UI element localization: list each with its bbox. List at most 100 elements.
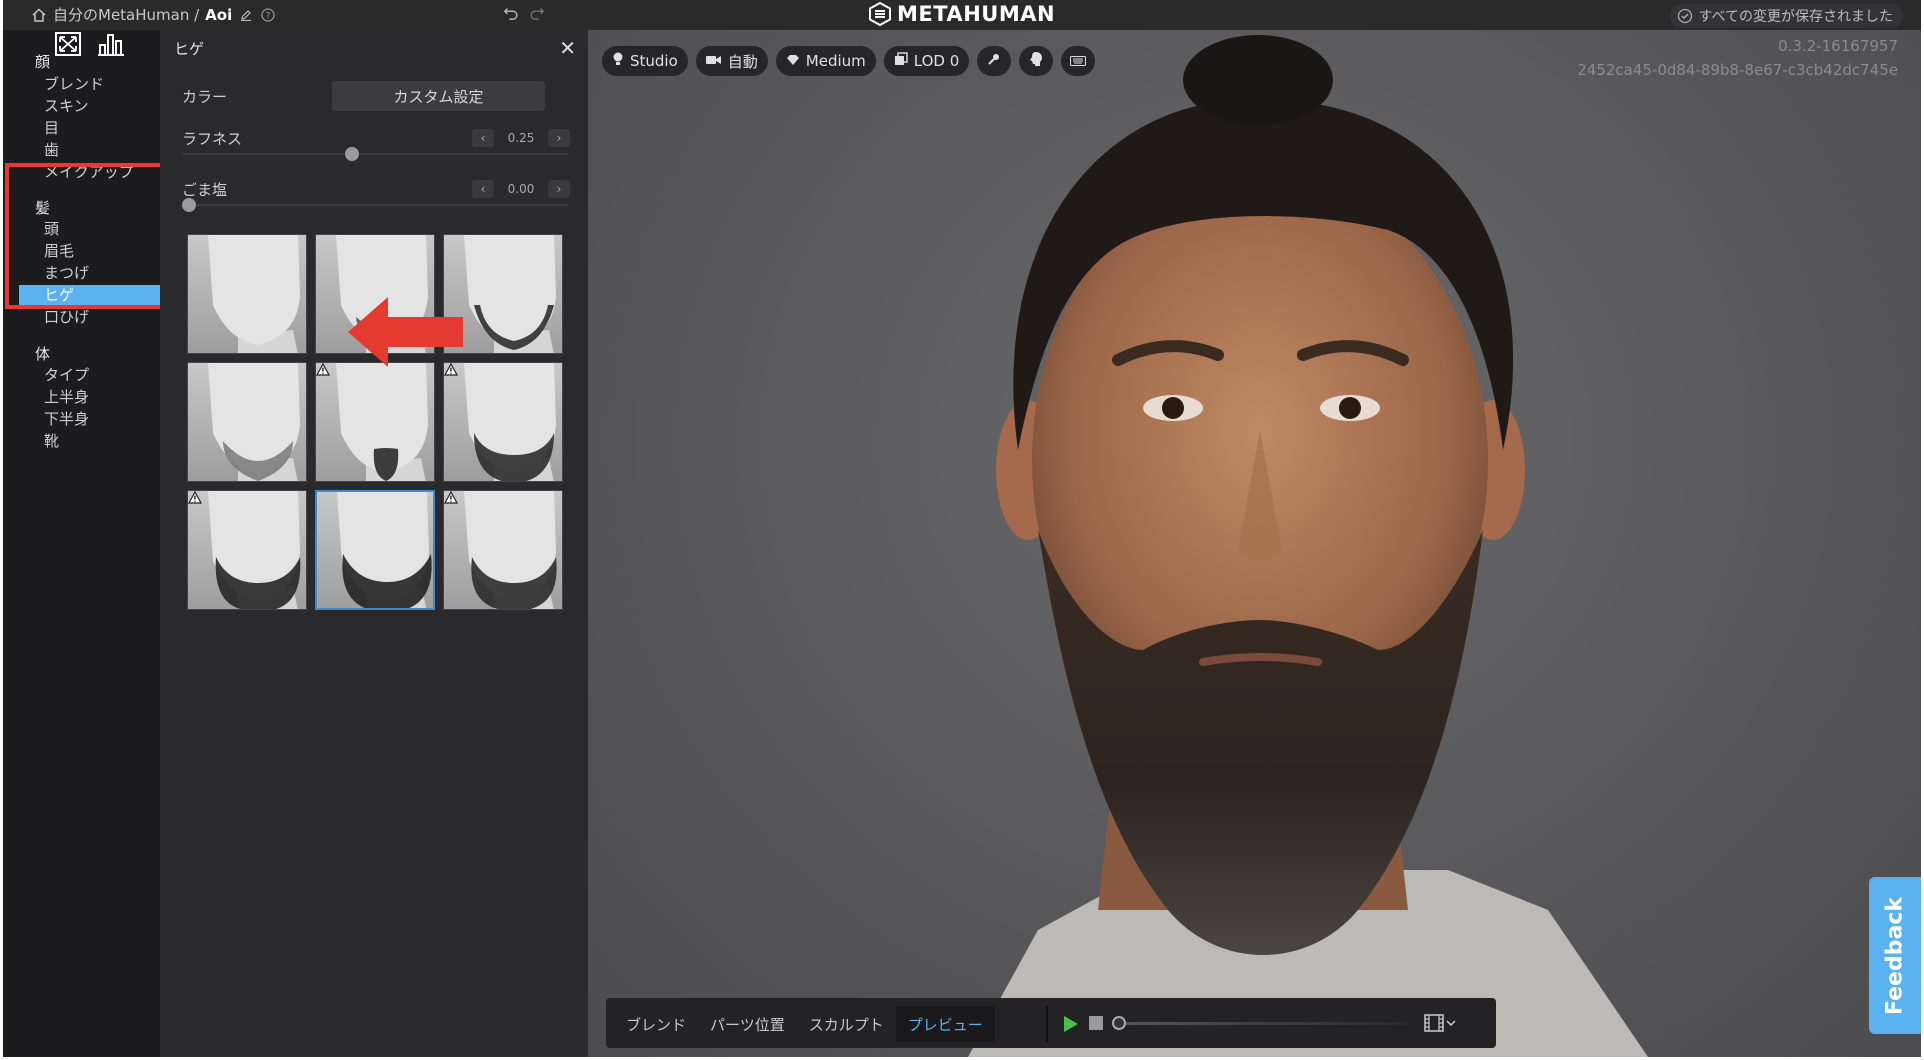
nav-item-eyes[interactable]: 目 <box>19 118 160 139</box>
close-icon[interactable]: ✕ <box>559 36 576 60</box>
lod-dropdown[interactable]: LOD 0 <box>883 46 970 76</box>
logo-text: METAHUMAN <box>897 2 1056 26</box>
nav-group-face[interactable]: 顔 <box>35 51 50 72</box>
home-icon[interactable] <box>31 7 47 23</box>
panel-title: ヒゲ <box>174 40 205 58</box>
beard-preset-none[interactable] <box>187 234 307 354</box>
bar-chart-icon[interactable] <box>97 32 125 60</box>
metahuman-creator-app: 自分のMetaHuman / Aoi ? METAHUMAN すべての変更が保存… <box>3 0 1921 1057</box>
lod-label: LOD 0 <box>913 52 960 70</box>
version-info: 0.3.2-16167957 2452ca45-0d84-89b8-8e67-c… <box>1577 34 1898 82</box>
chevron-left-icon[interactable]: ‹ <box>472 129 494 147</box>
nav-item-shoes[interactable]: 靴 <box>19 431 160 452</box>
face-thumbnail <box>464 491 557 609</box>
breadcrumb-root[interactable]: 自分のMetaHuman / <box>53 4 199 25</box>
help-icon[interactable]: ? <box>260 7 276 23</box>
film-icon <box>1424 1014 1444 1032</box>
diamond-icon <box>786 52 800 70</box>
camera-label: 自動 <box>727 52 758 71</box>
mode-bar: ブレンド パーツ位置 スカルプト プレビュー <box>606 998 1496 1048</box>
chevron-down-icon <box>1446 1020 1456 1027</box>
top-bar: 自分のMetaHuman / Aoi ? METAHUMAN すべての変更が保存… <box>3 0 1921 30</box>
warning-icon <box>316 363 330 376</box>
camera-dropdown[interactable]: 自動 <box>695 46 768 76</box>
chevron-left-icon[interactable]: ‹ <box>472 180 494 198</box>
salt-pepper-value[interactable]: 0.00 <box>508 182 535 196</box>
divider <box>1046 1006 1048 1042</box>
fullscreen-icon[interactable] <box>55 32 81 60</box>
feedback-button[interactable]: Feedback <box>1869 877 1921 1034</box>
version-number: 0.3.2-16167957 <box>1778 37 1898 55</box>
roughness-label: ラフネス <box>182 130 243 148</box>
slider-thumb[interactable] <box>182 198 196 212</box>
tab-sculpt[interactable]: スカルプト <box>797 1006 896 1042</box>
animation-timeline[interactable] <box>1112 1016 1408 1030</box>
color-label: カラー <box>182 88 228 106</box>
quality-dropdown[interactable]: Medium <box>775 46 876 76</box>
beard-preset-full-medium[interactable] <box>187 490 307 610</box>
animation-selector[interactable] <box>1424 1014 1456 1032</box>
edit-icon[interactable] <box>238 7 254 23</box>
play-icon[interactable] <box>1063 1015 1079 1033</box>
nav-item-skin[interactable]: スキン <box>19 96 160 117</box>
head-icon <box>1029 51 1043 71</box>
custom-color-button[interactable]: カスタム設定 <box>332 81 545 111</box>
timeline-scrubber[interactable] <box>1112 1016 1126 1030</box>
tab-move[interactable]: パーツ位置 <box>698 1006 797 1042</box>
stop-icon[interactable] <box>1089 1016 1103 1030</box>
salt-pepper-label: ごま塩 <box>182 181 228 199</box>
breadcrumb-current: Aoi <box>205 5 233 24</box>
nav-item-mustache[interactable]: 口ひげ <box>19 307 160 328</box>
beard-preset-full-long[interactable] <box>315 490 435 610</box>
tab-blend[interactable]: ブレンド <box>614 1006 698 1042</box>
slider-track <box>182 153 568 155</box>
undo-icon[interactable] <box>503 5 519 21</box>
face-thumbnail <box>208 363 300 481</box>
nav-item-teeth[interactable]: 歯 <box>19 140 160 161</box>
slider-thumb[interactable] <box>345 147 359 161</box>
beard-preset-grid <box>187 234 565 610</box>
face-thumbnail <box>208 491 301 609</box>
chevron-right-icon[interactable]: › <box>548 180 570 198</box>
layers-icon <box>894 52 908 70</box>
nav-item-blend[interactable]: ブレンド <box>19 74 160 95</box>
salt-pepper-stepper: ‹ 0.00 › <box>472 179 570 199</box>
tab-preview[interactable]: プレビュー <box>895 1006 995 1042</box>
lighting-label: Studio <box>630 52 678 70</box>
warning-icon <box>188 491 202 504</box>
nav-item-upper-body[interactable]: 上半身 <box>19 387 160 408</box>
slider-track <box>182 204 568 206</box>
character-viewport[interactable]: Studio 自動 Medium LOD 0 0.3.2-16167957 24… <box>588 30 1921 1057</box>
salt-pepper-slider[interactable] <box>182 198 568 212</box>
feedback-label: Feedback <box>1882 896 1908 1015</box>
beard-preset-light-stubble[interactable] <box>187 362 307 482</box>
beard-panel: ヒゲ ✕ カラー カスタム設定 ラフネス ‹ 0.25 › ごま塩 ‹ 0.00… <box>160 30 588 1057</box>
roughness-value[interactable]: 0.25 <box>508 131 535 145</box>
save-status-badge: すべての変更が保存されました <box>1668 4 1903 28</box>
beard-preset-full-beard[interactable] <box>443 490 563 610</box>
mode-tabs: ブレンド パーツ位置 スカルプト プレビュー <box>614 1006 995 1042</box>
svg-text:?: ? <box>266 11 271 21</box>
roughness-stepper: ‹ 0.25 › <box>472 128 570 148</box>
nav-group-body[interactable]: 体 <box>35 343 50 364</box>
face-thumbnail <box>464 363 556 481</box>
lighting-dropdown[interactable]: Studio <box>602 46 688 76</box>
nav-item-lower-body[interactable]: 下半身 <box>19 409 160 430</box>
nav-item-body-type[interactable]: タイプ <box>19 365 160 386</box>
animation-toggle[interactable] <box>977 46 1012 76</box>
head-view-toggle[interactable] <box>1019 46 1054 76</box>
face-thumbnail <box>208 235 300 353</box>
roughness-slider[interactable] <box>182 147 568 161</box>
breadcrumb: 自分のMetaHuman / Aoi ? <box>31 4 276 25</box>
keyboard-icon <box>1070 52 1087 70</box>
keyboard-toggle[interactable] <box>1061 46 1096 76</box>
check-circle-icon <box>1677 8 1692 24</box>
redo-icon[interactable] <box>529 5 545 21</box>
video-camera-icon <box>705 52 722 70</box>
chevron-right-icon[interactable]: › <box>548 129 570 147</box>
save-status-text: すべての変更が保存されました <box>1698 9 1893 25</box>
metahuman-logo-icon <box>869 2 891 26</box>
light-bulb-icon <box>612 52 624 70</box>
beard-preset-full-short[interactable] <box>443 362 563 482</box>
beard-preset-goatee[interactable] <box>315 362 435 482</box>
